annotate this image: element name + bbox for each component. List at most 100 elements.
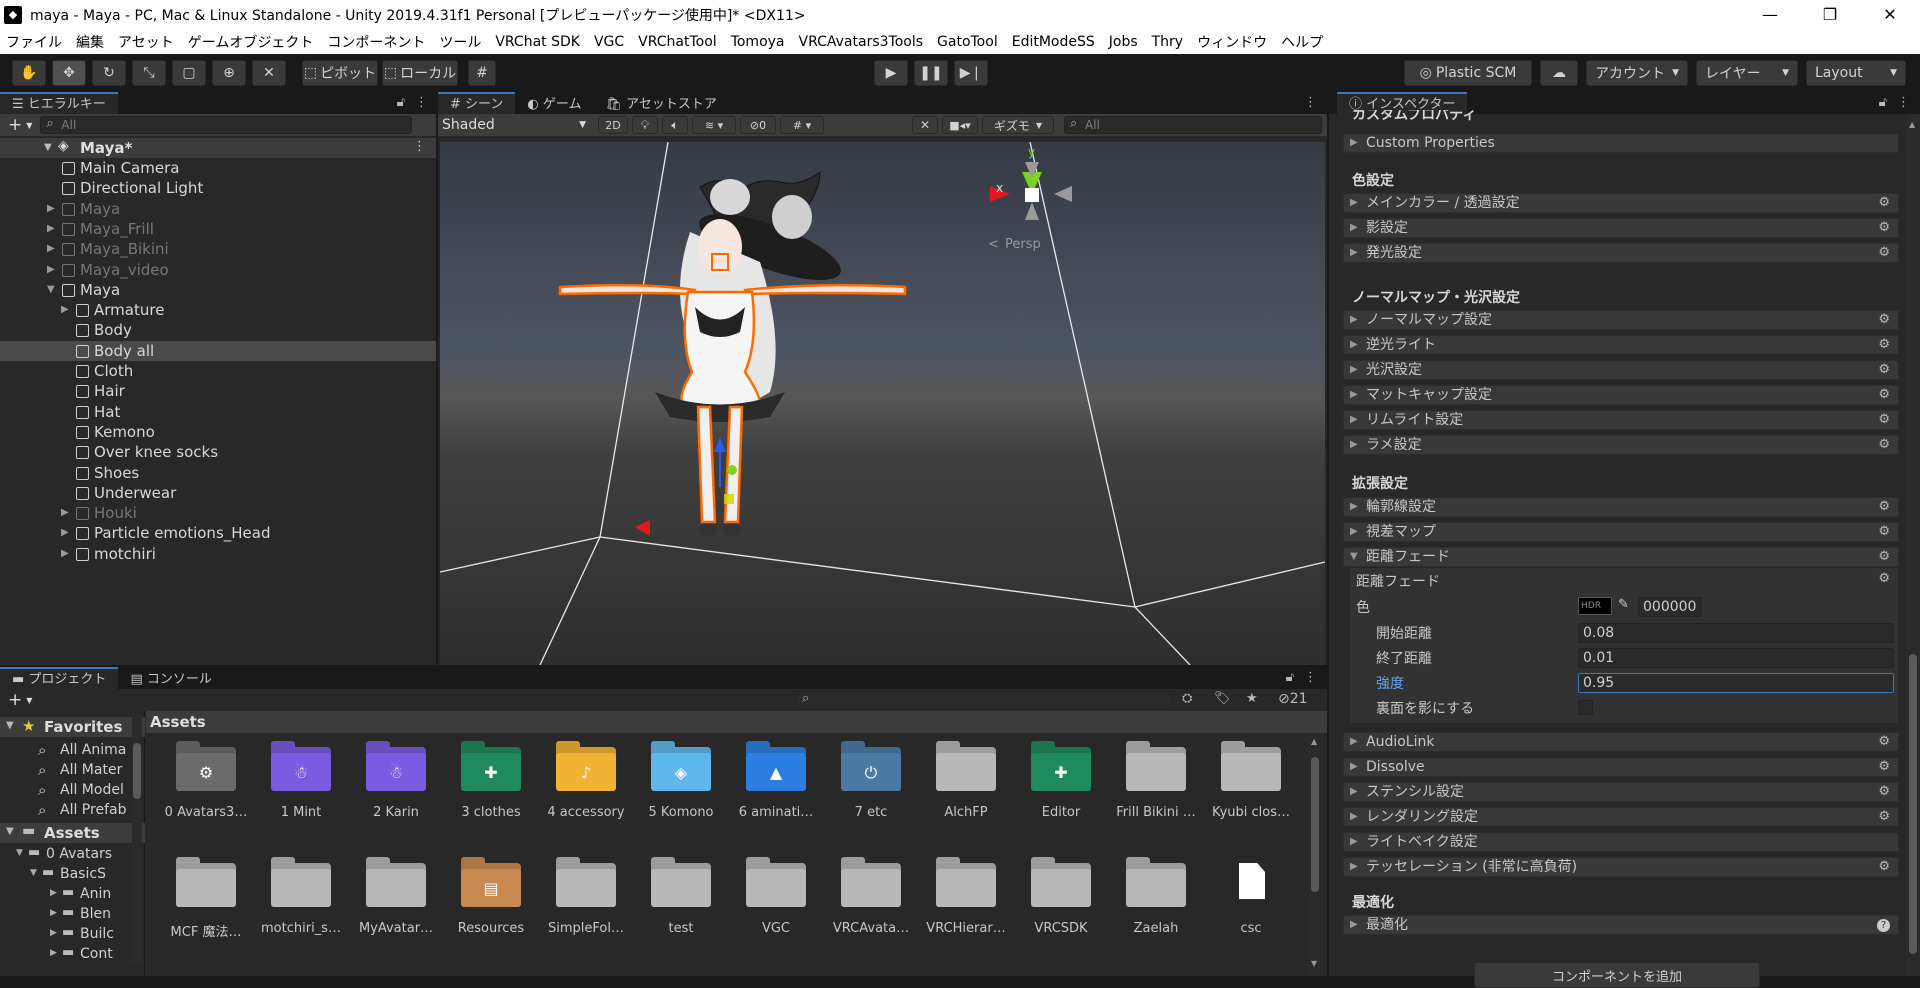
chevron-down-icon[interactable]: ▼ xyxy=(30,868,37,878)
hierarchy-item[interactable]: ▶ Maya_Bikini xyxy=(0,239,436,259)
asset-item[interactable]: ☃ 2 Karin xyxy=(350,739,442,829)
gear-icon[interactable]: ⚙ xyxy=(1878,361,1890,379)
create-plus-button[interactable]: + xyxy=(8,115,22,135)
inspector-foldout[interactable]: ▶ 光沢設定 ⚙ xyxy=(1343,360,1899,380)
chevron-right-icon[interactable]: ▶ xyxy=(50,888,57,898)
gear-icon[interactable]: ⚙ xyxy=(1878,783,1890,801)
rotate-tool-button[interactable]: ↻ xyxy=(92,60,126,86)
asset-item[interactable]: ◈ 5 Komono xyxy=(635,739,727,829)
inspector-foldout[interactable]: ▶ Dissolve ⚙ xyxy=(1343,757,1899,777)
scrollbar-thumb[interactable] xyxy=(1311,757,1319,892)
layout-dropdown[interactable]: Layout ▼ xyxy=(1806,60,1906,86)
maximize-button[interactable]: ❐ xyxy=(1800,0,1860,30)
strength-field[interactable]: 0.95 xyxy=(1578,673,1894,693)
menu-item[interactable]: アセット xyxy=(118,32,174,52)
inspector-foldout[interactable]: ▶ レンダリング設定 ⚙ xyxy=(1343,807,1899,827)
gear-icon[interactable]: ⚙ xyxy=(1878,219,1890,237)
menu-item[interactable]: VRChat SDK xyxy=(495,34,580,50)
rect-tool-button[interactable]: ▢ xyxy=(172,60,206,86)
hierarchy-item[interactable]: Body all xyxy=(0,340,436,361)
start-distance-field[interactable]: 0.08 xyxy=(1578,623,1894,643)
hierarchy-item[interactable]: Over knee socks xyxy=(0,442,436,462)
chevron-right-icon[interactable]: ▶ xyxy=(61,300,69,320)
label-tag-icon[interactable]: 🏷︎ xyxy=(1214,691,1231,706)
inspector-foldout[interactable]: ▶ 輪郭線設定 ⚙ xyxy=(1343,497,1899,517)
minimize-button[interactable]: — xyxy=(1740,0,1800,30)
more-menu-icon[interactable]: ⋮ xyxy=(1304,92,1317,114)
scrollbar-thumb[interactable] xyxy=(1909,654,1917,954)
pivot-toggle[interactable]: ⬚ ピボット xyxy=(302,60,378,86)
grid-snap-button[interactable]: # xyxy=(468,60,496,86)
menu-item[interactable]: ゲームオブジェクト xyxy=(188,32,314,52)
hierarchy-item[interactable]: ▶ motchiri xyxy=(0,544,436,564)
avatar-model[interactable] xyxy=(558,170,907,536)
hierarchy-item[interactable]: Kemono xyxy=(0,422,436,442)
chevron-right-icon[interactable]: ▶ xyxy=(61,503,69,523)
menu-item[interactable]: EditModeSS xyxy=(1012,34,1095,50)
assets-root-header[interactable]: ▼ ▬ Assets xyxy=(0,823,145,843)
hierarchy-item[interactable]: Underwear xyxy=(0,483,436,503)
inspector-foldout[interactable]: ▶ ステンシル設定 ⚙ xyxy=(1343,782,1899,802)
hierarchy-item[interactable]: Body xyxy=(0,320,436,340)
move-tool-button[interactable]: ✥ xyxy=(52,60,86,86)
hierarchy-item[interactable]: ▶ Armature xyxy=(0,300,436,320)
hierarchy-item[interactable]: Shoes xyxy=(0,463,436,483)
chevron-right-icon[interactable]: ▶ xyxy=(61,523,69,543)
orientation-gizmo[interactable]: y x Persp < xyxy=(988,145,1072,252)
asset-item[interactable]: motchiri_s… xyxy=(255,855,347,945)
inspector-foldout[interactable]: ▶ ノーマルマップ設定 ⚙ xyxy=(1343,310,1899,330)
hierarchy-item[interactable]: ▼ Maya xyxy=(0,280,436,300)
menu-item[interactable]: GatoTool xyxy=(937,34,998,50)
inspector-foldout[interactable]: ▶ リムライト設定 ⚙ xyxy=(1343,410,1899,430)
inspector-scrollbar[interactable]: ▲ xyxy=(1906,114,1920,976)
menu-item[interactable]: ヘルプ xyxy=(1281,32,1323,52)
plastic-scm-button[interactable]: ◎ Plastic SCM xyxy=(1404,60,1532,86)
tab-inspector[interactable]: ⓘ インスペクター xyxy=(1337,92,1468,114)
gear-icon[interactable]: ⚙ xyxy=(1878,336,1890,354)
camera-dropdown[interactable]: ■◂▾ xyxy=(942,116,978,134)
menu-item[interactable]: VRChatTool xyxy=(638,34,717,50)
grid-dropdown[interactable]: # ▾ xyxy=(780,116,824,134)
asset-item[interactable]: AlchFP xyxy=(920,739,1012,829)
menu-item[interactable]: ウィンドウ xyxy=(1197,32,1267,52)
gear-icon[interactable]: ⚙ xyxy=(1878,498,1890,516)
custom-tool-button[interactable]: ✕ xyxy=(252,60,286,86)
hierarchy-item[interactable]: Hat xyxy=(0,402,436,422)
menu-item[interactable]: コンポーネント xyxy=(327,32,425,52)
gear-icon[interactable]: ⚙ xyxy=(1878,311,1890,329)
filter-type-icon[interactable]: ⛭ xyxy=(1182,691,1192,706)
chevron-right-icon[interactable]: ▶ xyxy=(61,544,69,564)
asset-item[interactable]: VRCAvata… xyxy=(825,855,917,945)
tab-project-0[interactable]: ▬ プロジェクト xyxy=(0,667,119,689)
move-gizmo[interactable] xyxy=(635,437,737,536)
chevron-right-icon[interactable]: ▶ xyxy=(47,239,55,259)
transform-tool-button[interactable]: ⊕ xyxy=(212,60,246,86)
hierarchy-item[interactable]: ▶ Maya_Frill xyxy=(0,219,436,239)
menu-item[interactable]: VGC xyxy=(594,34,624,50)
favorite-item[interactable]: ⌕ All Model xyxy=(0,781,132,801)
backface-shadow-checkbox[interactable] xyxy=(1578,700,1593,715)
chevron-down-icon[interactable]: ▼ xyxy=(26,121,32,130)
more-menu-icon[interactable]: ⋮ xyxy=(413,139,426,154)
inspector-foldout[interactable]: ▶ ラメ設定 ⚙ xyxy=(1343,435,1899,455)
tab-project-1[interactable]: ▤ コンソール xyxy=(118,667,224,689)
asset-item[interactable]: VRCHierar… xyxy=(920,855,1012,945)
audio-toggle-button[interactable]: 🔈︎ xyxy=(662,116,688,134)
inspector-foldout[interactable]: ▶ 逆光ライト ⚙ xyxy=(1343,335,1899,355)
hierarchy-item[interactable]: ▶ Maya xyxy=(0,199,436,219)
tree-scrollbar[interactable] xyxy=(132,713,142,963)
close-button[interactable]: ✕ xyxy=(1860,0,1920,30)
inspector-foldout[interactable]: ▶ 最適化? xyxy=(1343,915,1899,935)
lighting-toggle-button[interactable]: 💡︎ xyxy=(632,116,658,134)
asset-item[interactable]: SimpleFol… xyxy=(540,855,632,945)
end-distance-field[interactable]: 0.01 xyxy=(1578,648,1894,668)
chevron-right-icon[interactable]: ▶ xyxy=(50,908,57,918)
account-dropdown[interactable]: アカウント ▼ xyxy=(1586,60,1688,86)
menu-item[interactable]: Tomoya xyxy=(731,34,785,50)
favorite-star-icon[interactable]: ★ xyxy=(1246,691,1258,706)
inspector-foldout[interactable]: ▶ 発光設定 ⚙ xyxy=(1343,243,1899,263)
tree-folder-item[interactable]: ▶ ▬ Builc xyxy=(0,925,132,945)
asset-item[interactable]: VRCSDK xyxy=(1015,855,1107,945)
hierarchy-item[interactable]: Directional Light xyxy=(0,178,436,198)
gear-icon[interactable]: ⚙ xyxy=(1878,733,1890,751)
